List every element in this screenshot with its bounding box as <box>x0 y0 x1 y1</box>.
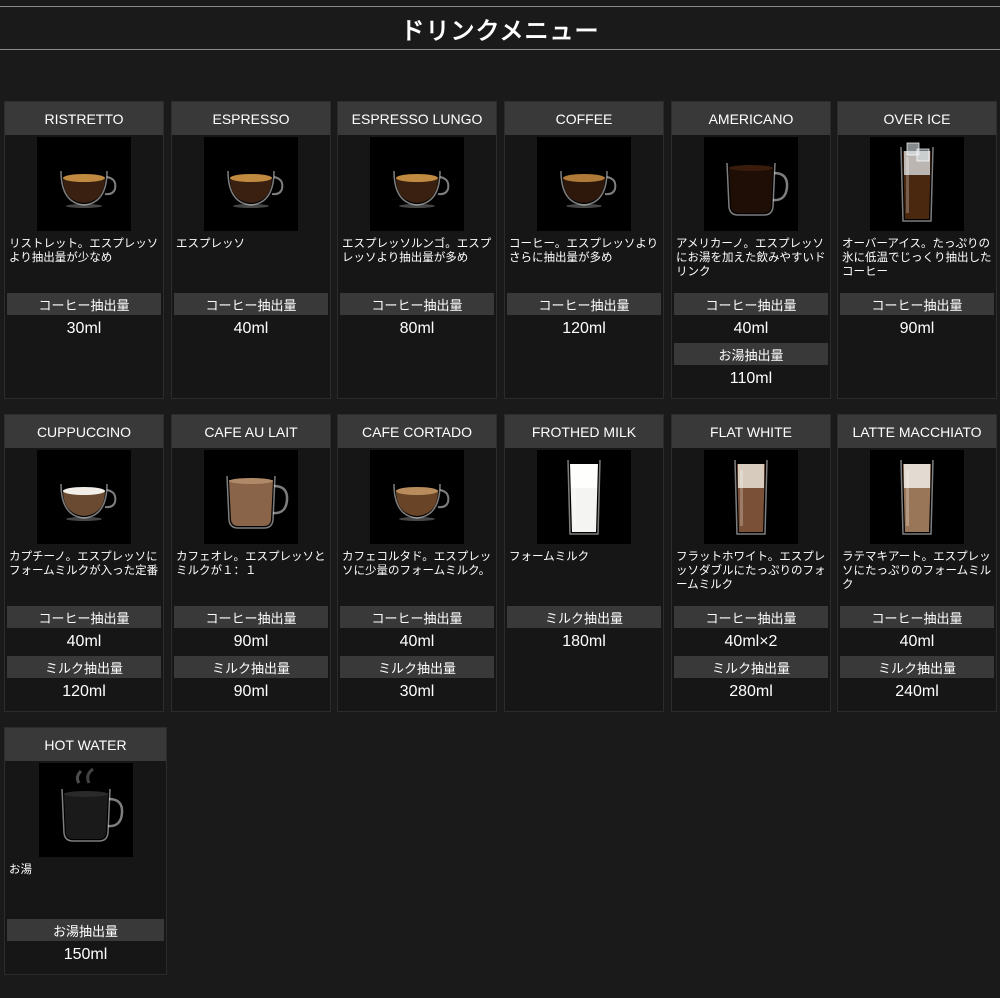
drink-card-frothed-milk[interactable]: FROTHED MILK フォームミルクミルク抽出量 180ml <box>504 414 664 712</box>
spec-label: ミルク抽出量 <box>7 656 161 678</box>
spec-value: 240ml <box>895 683 939 700</box>
spec-label: コーヒー抽出量 <box>840 606 994 628</box>
drink-card-latte-macchiato[interactable]: LATTE MACCHIATO ラテマキアート。エスプレッソにたっぷりのフォームミ… <box>837 414 997 712</box>
drink-card-americano[interactable]: AMERICANO アメリカーノ。エスプレッソにお湯を加えた飲みやすいドリンクコー… <box>671 101 831 399</box>
drink-card-cafe-au-lait[interactable]: CAFE AU LAIT カフェオレ。エスプレッソとミルクが１：１ コーヒー抽出量 9… <box>171 414 331 712</box>
spec-value: 80ml <box>399 320 435 337</box>
drink-description: コーヒー。エスプレッソよりさらに抽出量が多め <box>509 236 659 264</box>
ristretto-cup-icon <box>37 137 131 231</box>
cappuccino-cup-icon <box>37 450 131 544</box>
lungo-cup-icon <box>370 137 464 231</box>
spec-value: 90ml <box>233 683 269 700</box>
page-title: ドリンクメニュー <box>400 16 600 45</box>
drink-name: ESPRESSO <box>172 102 330 135</box>
drink-card-cuppuccino[interactable]: CUPPUCCINO カプチーノ。エスプレッソにフォームミルクが入った定番コーヒー… <box>4 414 164 712</box>
spec-value: 40ml <box>399 633 435 650</box>
flat-white-glass-icon <box>704 450 798 544</box>
title-bar: ドリンクメニュー <box>0 6 1000 50</box>
drink-name: CAFE AU LAIT <box>172 415 330 448</box>
spec-label: ミルク抽出量 <box>174 656 328 678</box>
spec-label: コーヒー抽出量 <box>7 293 161 315</box>
spec-label: コーヒー抽出量 <box>674 606 828 628</box>
drink-card-over-ice[interactable]: OVER ICE オーバーアイス。たっぷりの氷に低温でじっくり抽出したコーヒーコー… <box>837 101 997 399</box>
americano-mug-icon <box>704 137 798 231</box>
spec-label: ミルク抽出量 <box>507 606 661 628</box>
cortado-cup-icon <box>370 450 464 544</box>
drink-name: LATTE MACCHIATO <box>838 415 996 448</box>
spec-label: コーヒー抽出量 <box>340 606 494 628</box>
spec-value: 120ml <box>62 683 106 700</box>
spec-value: 40ml <box>66 633 102 650</box>
spec-label: コーヒー抽出量 <box>174 293 328 315</box>
coffee-cup-icon <box>537 137 631 231</box>
drink-menu-page: ドリンクメニュー RISTRETTO リストレット。エスプレッソより抽出量が少なめ… <box>0 0 1000 998</box>
spec-value: 180ml <box>562 633 606 650</box>
spec-label: ミルク抽出量 <box>340 656 494 678</box>
drink-description: カフェオレ。エスプレッソとミルクが１：１ <box>176 549 326 577</box>
spec-value: 30ml <box>66 320 102 337</box>
spec-value: 120ml <box>562 320 606 337</box>
drink-name: OVER ICE <box>838 102 996 135</box>
spec-label: お湯抽出量 <box>7 919 164 941</box>
spec-value: 40ml <box>233 320 269 337</box>
drink-description: アメリカーノ。エスプレッソにお湯を加えた飲みやすいドリンク <box>676 236 826 278</box>
spec-value: 90ml <box>899 320 935 337</box>
hot-water-mug-icon <box>38 763 133 857</box>
spec-label: コーヒー抽出量 <box>7 606 161 628</box>
spec-value: 90ml <box>233 633 269 650</box>
drink-name: ESPRESSO LUNGO <box>338 102 496 135</box>
drink-name: FROTHED MILK <box>505 415 663 448</box>
drink-name: CAFE CORTADO <box>338 415 496 448</box>
drink-name: COFFEE <box>505 102 663 135</box>
spec-label: コーヒー抽出量 <box>174 606 328 628</box>
drink-card-coffee[interactable]: COFFEE コーヒー。エスプレッソよりさらに抽出量が多めコーヒー抽出量 120ml <box>504 101 664 399</box>
spec-label: コーヒー抽出量 <box>507 293 661 315</box>
spec-label: コーヒー抽出量 <box>674 293 828 315</box>
drink-card-flat-white[interactable]: FLAT WHITE フラットホワイト。エスプレッソダブルにたっぷりのフォームミル… <box>671 414 831 712</box>
drink-name: FLAT WHITE <box>672 415 830 448</box>
spec-value: 40ml <box>733 320 769 337</box>
drink-description: カプチーノ。エスプレッソにフォームミルクが入った定番 <box>9 549 159 577</box>
spec-value: 40ml×2 <box>724 633 778 650</box>
spec-label: コーヒー抽出量 <box>840 293 994 315</box>
drink-description: お湯 <box>9 862 32 876</box>
latte-macchiato-glass-icon <box>870 450 964 544</box>
spec-value: 150ml <box>63 946 108 963</box>
drink-description: オーバーアイス。たっぷりの氷に低温でじっくり抽出したコーヒー <box>842 236 992 278</box>
drink-name: CUPPUCCINO <box>5 415 163 448</box>
drink-description: エスプレッソルンゴ。エスプレッソより抽出量が多め <box>342 236 492 264</box>
spec-value: 30ml <box>399 683 435 700</box>
spec-label: コーヒー抽出量 <box>340 293 494 315</box>
drink-name: RISTRETTO <box>5 102 163 135</box>
espresso-cup-icon <box>204 137 298 231</box>
iced-coffee-glass-icon <box>870 137 964 231</box>
drink-card-cafe-cortado[interactable]: CAFE CORTADO カフェコルタド。エスプレッソに少量のフォームミルク。コー… <box>337 414 497 712</box>
drink-card-espresso-lungo[interactable]: ESPRESSO LUNGO エスプレッソルンゴ。エスプレッソより抽出量が多めコー… <box>337 101 497 399</box>
spec-value: 280ml <box>729 683 773 700</box>
drink-description: ラテマキアート。エスプレッソにたっぷりのフォームミルク <box>842 549 992 591</box>
drink-description: エスプレッソ <box>176 236 245 250</box>
spec-label: お湯抽出量 <box>674 343 828 365</box>
drink-description: リストレット。エスプレッソより抽出量が少なめ <box>9 236 159 264</box>
drink-card-espresso[interactable]: ESPRESSO エスプレッソコーヒー抽出量 40ml <box>171 101 331 399</box>
frothed-milk-glass-icon <box>537 450 631 544</box>
drink-name: AMERICANO <box>672 102 830 135</box>
drink-card-ristretto[interactable]: RISTRETTO リストレット。エスプレッソより抽出量が少なめコーヒー抽出量 30… <box>4 101 164 399</box>
drink-description: フラットホワイト。エスプレッソダブルにたっぷりのフォームミルク <box>676 549 826 591</box>
drink-description: フォームミルク <box>509 549 590 563</box>
drink-description: カフェコルタド。エスプレッソに少量のフォームミルク。 <box>342 549 492 577</box>
drink-name: HOT WATER <box>5 728 166 761</box>
spec-value: 110ml <box>729 370 773 387</box>
cafe-au-lait-mug-icon <box>204 450 298 544</box>
drink-card-hot-water[interactable]: HOT WATER お湯お湯抽出量 150ml <box>4 727 167 975</box>
spec-label: ミルク抽出量 <box>674 656 828 678</box>
spec-label: ミルク抽出量 <box>840 656 994 678</box>
spec-value: 40ml <box>899 633 935 650</box>
